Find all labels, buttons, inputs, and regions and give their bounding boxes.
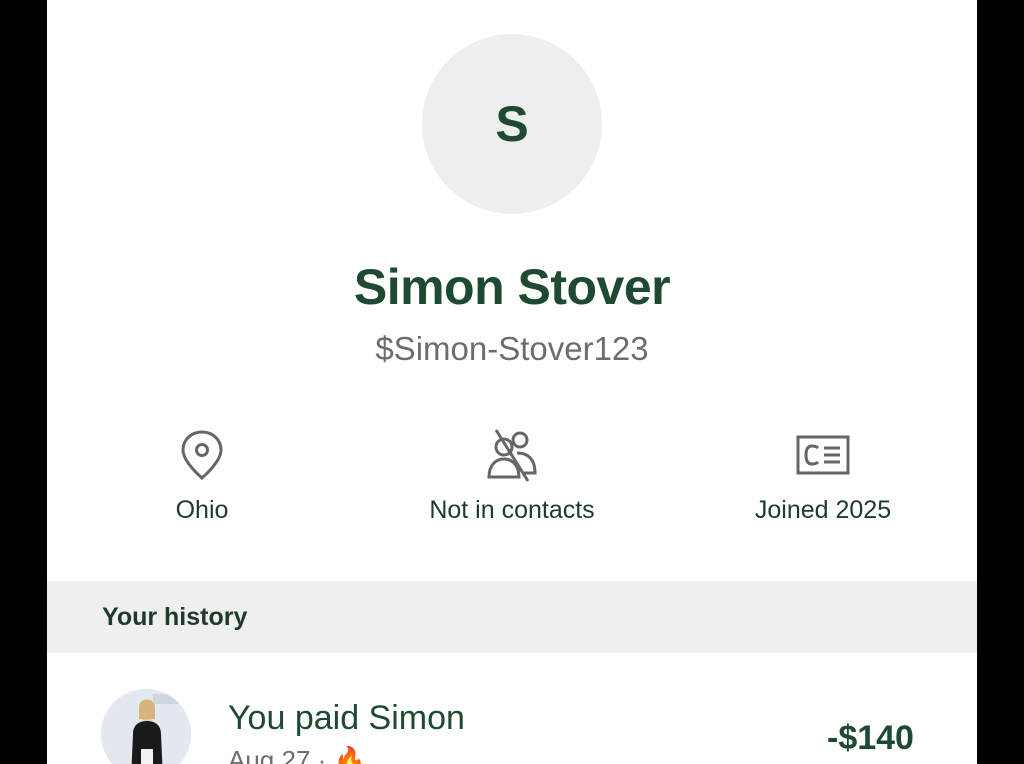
profile-name: Simon Stover	[353, 259, 671, 315]
right-letterbox	[977, 0, 1024, 764]
transaction-row[interactable]: You paid Simon Aug 27 · 🔥 -$140	[47, 653, 977, 764]
transaction-subtitle: Aug 27 · 🔥	[228, 745, 366, 764]
transaction-title: You paid Simon	[228, 699, 465, 737]
info-location: Ohio	[82, 426, 322, 525]
not-in-contacts-icon	[392, 426, 632, 484]
avatar-initial: S	[495, 96, 529, 152]
id-card-icon	[703, 426, 943, 484]
history-title: Your history	[102, 603, 248, 631]
location-pin-icon	[82, 426, 322, 484]
transaction-avatar	[101, 689, 191, 764]
profile-avatar: S	[422, 34, 602, 214]
profile-handle: $Simon-Stover123	[375, 330, 649, 367]
info-contacts: Not in contacts	[392, 426, 632, 525]
contacts-label: Not in contacts	[429, 496, 595, 524]
history-section-header: Your history	[47, 581, 977, 653]
left-letterbox	[0, 0, 47, 764]
joined-label: Joined 2025	[754, 496, 892, 524]
transaction-amount: -$140	[827, 719, 914, 757]
location-label: Ohio	[175, 496, 229, 524]
info-joined: Joined 2025	[703, 426, 943, 525]
profile-screen: S Simon Stover $Simon-Stover123 Ohio Not…	[47, 0, 977, 764]
